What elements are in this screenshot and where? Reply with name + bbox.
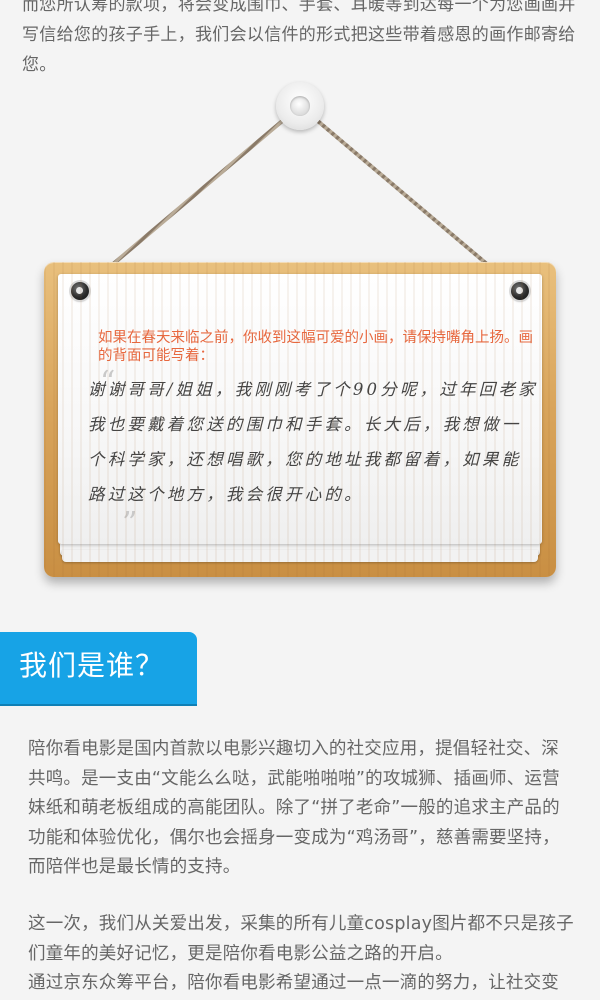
hanging-sign: 如果在春天来临之前，你收到这幅可爱的小画，请保持嘴角上扬。画的背面可能写着： “… (0, 70, 600, 590)
section-header: 我们是谁？ (0, 632, 197, 704)
about-paragraph: 陪你看电影是国内首款以电影兴趣切入的社交应用，提倡轻社交、深共鸣。是一支由“文能… (28, 739, 560, 877)
paper-sheet-back (62, 550, 538, 562)
pin-left-icon (71, 282, 89, 300)
paper-note: 如果在春天来临之前，你收到这幅可爱的小画，请保持嘴角上扬。画的背面可能写着： “… (58, 274, 542, 544)
paper-stack: 如果在春天来临之前，你收到这幅可爱的小画，请保持嘴角上扬。画的背面可能写着： “… (58, 274, 542, 564)
wall-hook-icon (276, 82, 324, 130)
intro-paragraph: 而您所认筹的款项，将会变成围巾、手套、耳暖等到达每一个为您画画并写信给您的孩子手… (22, 0, 576, 75)
mission-paragraph: 这一次，我们从关爱出发，采集的所有儿童cosplay图片都不只是孩子们童年的美好… (28, 914, 574, 964)
wooden-board: 如果在春天来临之前，你收到这幅可爱的小画，请保持嘴角上扬。画的背面可能写着： “… (44, 262, 556, 577)
handwritten-message: 谢谢哥哥/姐姐，我刚刚考了个90分呢，过年回老家我也要戴着您送的围巾和手套。长大… (88, 380, 538, 504)
crowdfunding-paragraph: 通过京东众筹平台，陪你看电影希望通过一点一滴的努力，让社交变 (28, 973, 559, 993)
section-title: 我们是谁？ (19, 649, 165, 682)
page: 而您所认筹的款项，将会变成围巾、手套、耳暖等到达每一个为您画画并写信给您的孩子手… (0, 0, 600, 1000)
close-quote-icon: ” (122, 506, 138, 541)
pin-right-icon (511, 282, 529, 300)
sign-note-text: 如果在春天来临之前，你收到这幅可爱的小画，请保持嘴角上扬。画的背面可能写着： (98, 330, 533, 364)
hook-center (290, 96, 310, 116)
